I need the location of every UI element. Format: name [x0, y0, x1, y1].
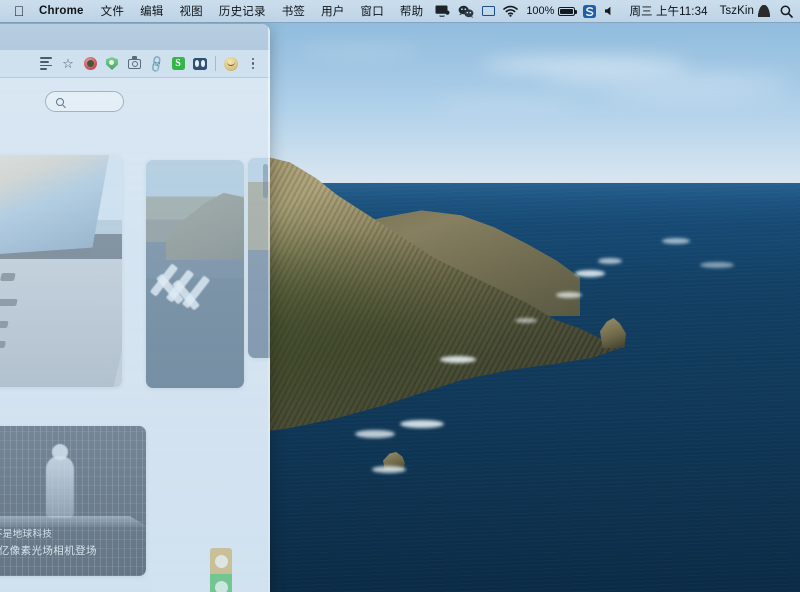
tile-yellow-app[interactable]	[210, 548, 232, 574]
airplay-glyph	[482, 6, 495, 16]
kebab-menu-glyph	[252, 58, 255, 70]
menu-item-file[interactable]: 文件	[93, 0, 132, 22]
macos-menu-bar[interactable]:  Chrome 文件 编辑 视图 历史记录 书签 用户 窗口 帮助	[0, 0, 800, 22]
pocket-glyph	[193, 58, 207, 70]
wechat-glyph	[215, 581, 228, 592]
cloud-wisp	[300, 46, 420, 55]
pocket-extension-icon[interactable]	[189, 53, 211, 75]
battery-percent-label: 100%	[526, 5, 554, 17]
volume-icon[interactable]	[600, 0, 620, 22]
search-icon	[56, 98, 64, 106]
sogou-input-icon[interactable]	[579, 0, 600, 22]
chrome-toolbar[interactable]: ☆ 🔗 S	[0, 50, 270, 78]
extension-red-circle-icon[interactable]	[79, 53, 101, 75]
wave-foam	[440, 356, 476, 363]
wifi-icon[interactable]	[499, 0, 522, 22]
link-glyph: 🔗	[146, 54, 165, 72]
clock-datetime[interactable]: 周三 上午11:34	[620, 0, 713, 22]
battery-status[interactable]: 100%	[522, 0, 579, 22]
chrome-new-tab-page[interactable]: 绝不是地球科技 7.5亿像素光场相机登场	[0, 78, 270, 592]
red-circle-glyph	[84, 57, 97, 70]
card-caption-line-1: 绝不是地球科技	[0, 526, 52, 540]
star-glyph: ☆	[62, 57, 74, 70]
profile-avatar-icon[interactable]	[220, 53, 242, 75]
cloud-wisp	[600, 92, 790, 101]
airplay-display-icon[interactable]	[478, 0, 499, 22]
sogou-glyph	[583, 5, 596, 18]
user-account-icon	[758, 5, 770, 17]
avatar-glyph	[224, 57, 238, 71]
tile-green-wechat[interactable]	[210, 574, 232, 592]
screen-mirroring-icon[interactable]	[431, 0, 454, 22]
screen-mirroring-glyph	[435, 5, 450, 17]
menu-item-window[interactable]: 窗口	[353, 0, 392, 22]
menu-item-app-name[interactable]: Chrome	[30, 0, 93, 22]
wave-foam	[400, 420, 444, 428]
search-icon	[780, 5, 793, 18]
cloud-wisp	[430, 100, 580, 108]
user-name-label: TszKin	[720, 5, 754, 17]
wave-foam	[556, 292, 582, 298]
wave-foam	[598, 258, 622, 264]
cloud-wisp	[540, 74, 790, 85]
menu-item-user[interactable]: 用户	[313, 0, 352, 22]
menu-bar-status-group[interactable]: 100% 周三 上午11:34 TszKin	[431, 0, 800, 22]
side-app-tiles[interactable]	[210, 548, 232, 592]
reading-list-icon[interactable]	[35, 53, 57, 75]
evernote-extension-icon[interactable]: S	[167, 53, 189, 75]
macbook-deck	[0, 259, 122, 387]
toolbar-divider	[215, 56, 216, 71]
hologram-figure	[46, 456, 74, 518]
card-coastline-preview[interactable]	[146, 160, 244, 388]
apple-logo-icon[interactable]: 	[9, 4, 29, 18]
link-extension-icon[interactable]: 🔗	[145, 53, 167, 75]
card-macbook-preview[interactable]	[0, 155, 122, 387]
cloud-wisp	[480, 58, 690, 72]
battery-fill	[560, 9, 573, 14]
reading-list-glyph	[40, 57, 52, 70]
datetime-label: 周三 上午11:34	[629, 3, 707, 19]
spotlight-search-button[interactable]	[776, 0, 797, 22]
user-account-menu[interactable]: TszKin	[714, 0, 776, 22]
window-right-edge-highlight	[268, 24, 270, 592]
wave-foam	[355, 430, 395, 438]
shield-glyph	[106, 57, 118, 70]
screenshot-camera-icon[interactable]	[123, 53, 145, 75]
menu-item-bookmarks[interactable]: 书签	[274, 0, 313, 22]
chrome-browser-window[interactable]: ☆ 🔗 S	[0, 24, 270, 592]
shield-extension-icon[interactable]	[101, 53, 123, 75]
wave-foam	[700, 262, 734, 268]
camera-glyph	[128, 59, 141, 69]
search-input[interactable]	[45, 91, 124, 112]
wifi-glyph	[503, 5, 518, 17]
chrome-tab-strip[interactable]	[0, 24, 270, 50]
tile-yellow-glyph	[215, 555, 228, 568]
bookmark-star-icon[interactable]: ☆	[57, 53, 79, 75]
battery-icon	[558, 7, 575, 16]
menu-item-view[interactable]: 视图	[171, 0, 210, 22]
menu-item-history[interactable]: 历史记录	[211, 0, 274, 22]
menu-item-edit[interactable]: 编辑	[132, 0, 171, 22]
wave-foam	[662, 238, 690, 244]
menu-bar-left-group[interactable]:  Chrome 文件 编辑 视图 历史记录 书签 用户 窗口 帮助	[0, 0, 431, 22]
volume-glyph	[604, 5, 616, 17]
card-caption-line-2: 7.5亿像素光场相机登场	[0, 543, 97, 558]
evernote-glyph: S	[172, 57, 185, 70]
wave-foam	[515, 318, 537, 323]
wechat-glyph	[458, 5, 474, 18]
wechat-icon[interactable]	[454, 0, 478, 22]
wave-foam	[575, 270, 605, 277]
wave-foam	[372, 466, 406, 473]
chrome-menu-icon[interactable]	[242, 53, 264, 75]
menu-item-help[interactable]: 帮助	[392, 0, 431, 22]
card-lightfield-article[interactable]: 绝不是地球科技 7.5亿像素光场相机登场	[0, 426, 146, 576]
